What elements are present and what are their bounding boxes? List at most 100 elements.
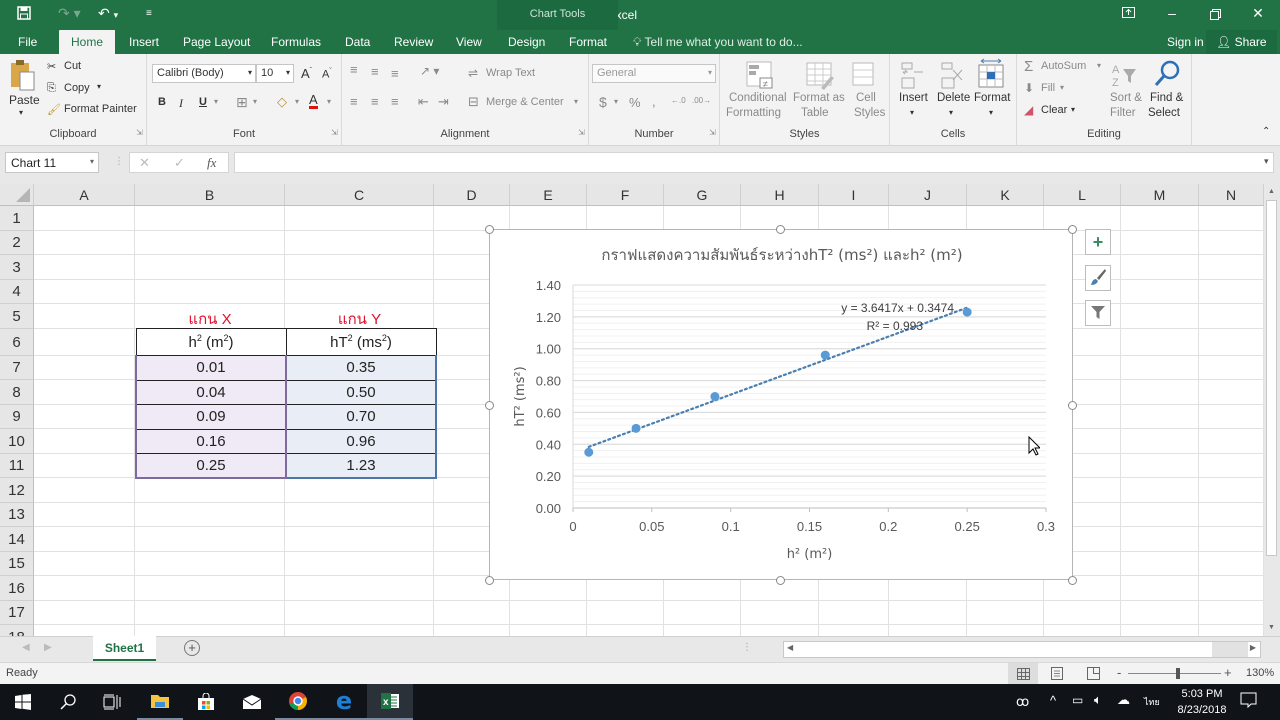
tab-home[interactable]: Home	[59, 30, 116, 54]
clear-dropdown-icon[interactable]: ▾	[1071, 105, 1075, 114]
column-header-f[interactable]: F	[587, 184, 664, 206]
format-as-table-button[interactable]: Format as	[793, 92, 845, 104]
row-header-7[interactable]: 7	[0, 356, 34, 380]
align-right-icon[interactable]: ≡	[391, 94, 399, 109]
cancel-icon[interactable]: ✕	[139, 155, 150, 171]
find-select-button[interactable]: Find &	[1150, 92, 1183, 104]
row-header-6[interactable]: 6	[0, 329, 34, 356]
sign-in-link[interactable]: Sign in	[1167, 35, 1204, 49]
cell-styles-button[interactable]: Cell	[856, 92, 876, 104]
tab-formulas[interactable]: Formulas	[271, 35, 321, 49]
resize-handle-bottom-right[interactable]	[1068, 576, 1077, 585]
format-as-table-icon[interactable]	[805, 60, 835, 90]
tab-review[interactable]: Review	[394, 35, 433, 49]
borders-dropdown-icon[interactable]: ▾	[253, 97, 257, 106]
borders-icon[interactable]: ⊞	[236, 94, 248, 111]
font-size-select[interactable]: 10 ▾	[256, 64, 294, 83]
decrease-indent-icon[interactable]: ⇤	[418, 94, 429, 110]
row-header-8[interactable]: 8	[0, 380, 34, 405]
currency-button[interactable]: $	[599, 94, 607, 110]
wrap-text-button[interactable]: Wrap Text	[486, 67, 535, 79]
align-bottom-icon[interactable]: ≡	[391, 66, 399, 81]
decrease-decimal-icon[interactable]: .00→	[692, 96, 711, 105]
delete-dropdown-icon[interactable]: ▾	[949, 108, 953, 117]
resize-handle-bottom[interactable]	[776, 576, 785, 585]
conditional-formatting-label-2[interactable]: Formatting	[726, 107, 781, 119]
cell-y-value[interactable]: 0.50	[285, 379, 437, 405]
scroll-up-icon[interactable]: ▲	[1268, 188, 1275, 195]
scroll-right-icon[interactable]: ▶	[1250, 643, 1256, 652]
align-center-icon[interactable]: ≡	[371, 94, 379, 109]
underline-dropdown-icon[interactable]: ▾	[214, 97, 218, 106]
resize-handle-top-left[interactable]	[485, 225, 494, 234]
tab-format[interactable]: Format	[569, 35, 607, 49]
file-explorer-button[interactable]	[137, 684, 183, 720]
cut-button[interactable]: Cut	[64, 60, 81, 72]
tab-insert[interactable]: Insert	[129, 35, 159, 49]
expand-formula-bar-icon[interactable]: ▾	[1264, 156, 1269, 167]
format-painter-button[interactable]: Format Painter	[64, 103, 137, 115]
cell-x-value[interactable]: 0.04	[135, 379, 287, 405]
merge-center-icon[interactable]: ⊟	[468, 94, 479, 110]
increase-decimal-icon[interactable]: ←.0	[671, 96, 686, 105]
search-button[interactable]	[45, 684, 91, 720]
row-header-9[interactable]: 9	[0, 405, 34, 429]
resize-handle-top[interactable]	[776, 225, 785, 234]
select-all-corner[interactable]	[0, 184, 34, 206]
fill-color-icon[interactable]: ◇	[277, 94, 287, 110]
page-layout-view-button[interactable]	[1051, 667, 1063, 683]
row-header-17[interactable]: 17	[0, 601, 34, 625]
horizontal-scroll-track[interactable]	[1212, 642, 1248, 657]
insert-dropdown-icon[interactable]: ▾	[910, 108, 914, 117]
mail-button[interactable]	[229, 684, 275, 720]
column-header-c[interactable]: C	[285, 184, 434, 206]
font-color-dropdown-icon[interactable]: ▾	[327, 97, 331, 106]
tab-data[interactable]: Data	[345, 35, 370, 49]
autosum-icon[interactable]: Σ	[1024, 58, 1033, 75]
volume-icon[interactable]: 🔈︎	[1094, 692, 1102, 708]
next-sheet-icon[interactable]: ▶	[44, 642, 52, 653]
sheet-tab-sheet1[interactable]: Sheet1	[93, 636, 156, 661]
bold-button[interactable]: B	[158, 96, 166, 108]
row-header-16[interactable]: 16	[0, 576, 34, 601]
format-cells-button[interactable]: Format	[974, 92, 1010, 104]
row-header-10[interactable]: 10	[0, 429, 34, 454]
decrease-font-icon[interactable]: Aˇ	[322, 68, 332, 81]
cell-styles-label-2[interactable]: Styles	[854, 107, 885, 119]
orientation-icon[interactable]: ↗ ▾	[420, 64, 439, 78]
excel-button[interactable]: x	[367, 684, 413, 720]
chart-elements-button[interactable]: +	[1085, 229, 1111, 255]
insert-cells-icon[interactable]	[899, 60, 925, 90]
cell-y-value[interactable]: 0.70	[285, 404, 437, 430]
format-cells-icon[interactable]	[976, 58, 1006, 90]
merge-center-button[interactable]: Merge & Center	[486, 96, 564, 108]
currency-dropdown-icon[interactable]: ▾	[614, 97, 618, 106]
format-dropdown-icon[interactable]: ▾	[989, 108, 993, 117]
tab-design[interactable]: Design	[508, 35, 545, 49]
column-header-k[interactable]: K	[967, 184, 1044, 206]
align-left-icon[interactable]: ≡	[350, 94, 358, 109]
tell-me-box[interactable]: 💡︎ Tell me what you want to do...	[633, 35, 803, 50]
close-icon[interactable]: ✕	[1248, 5, 1268, 22]
format-as-table-label-2[interactable]: Table	[801, 107, 829, 119]
show-hidden-icons-icon[interactable]: ^	[1050, 693, 1056, 708]
input-language[interactable]: ไทย	[1144, 695, 1160, 709]
sort-filter-button[interactable]: Sort &	[1110, 92, 1142, 104]
font-launcher-icon[interactable]: ⇲	[331, 128, 338, 137]
share-button[interactable]: 👤︎ Share	[1206, 30, 1277, 54]
zoom-in-button[interactable]: +	[1224, 665, 1232, 680]
vertical-scrollbar[interactable]: ▲ ▼	[1264, 184, 1280, 636]
conditional-formatting-icon[interactable]: ≠	[745, 60, 775, 90]
zoom-out-button[interactable]: -	[1117, 665, 1121, 680]
number-launcher-icon[interactable]: ⇲	[709, 128, 716, 137]
row-header-1[interactable]: 1	[0, 206, 34, 231]
fill-icon[interactable]: ⬇︎	[1024, 81, 1034, 95]
column-header-m[interactable]: M	[1121, 184, 1199, 206]
zoom-slider[interactable]	[1128, 673, 1221, 674]
find-select-icon[interactable]	[1152, 59, 1182, 89]
increase-font-icon[interactable]: Aˆ	[301, 66, 312, 81]
horizontal-scrollbar[interactable]: ◀ ▶	[783, 641, 1261, 658]
store-button[interactable]	[183, 684, 229, 720]
name-box[interactable]: Chart 11 ▾	[5, 152, 99, 173]
row-header-4[interactable]: 4	[0, 280, 34, 304]
